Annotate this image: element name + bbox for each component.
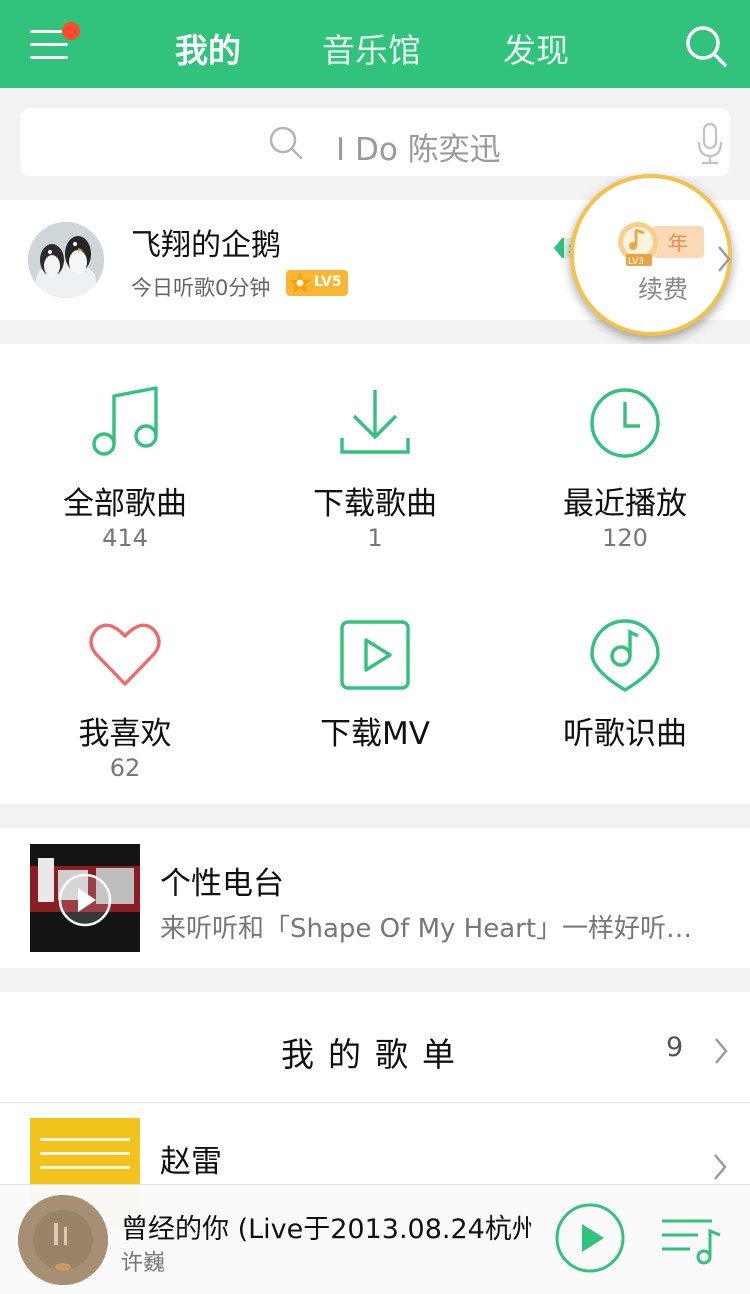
listen-time-today: 今日听歌0分钟 <box>131 276 271 300</box>
music-note-icon <box>92 386 158 456</box>
song-recognition-item[interactable]: 听歌识曲 <box>500 574 750 804</box>
star-icon <box>289 272 311 293</box>
song-recognition-label: 听歌识曲 <box>563 716 687 752</box>
playlists-title[interactable]: 我的歌单 <box>0 1028 750 1076</box>
library-grid: 全部歌曲 414 下载歌曲 1 最近播放 120 我喜欢 62 下载MV 听歌识… <box>0 344 750 804</box>
playlist-queue-icon[interactable] <box>660 1215 722 1265</box>
downloaded-mv-label: 下载MV <box>320 716 430 752</box>
tab-music-hall[interactable]: 音乐馆 <box>322 24 421 70</box>
recent-plays-item[interactable]: 最近播放 120 <box>500 344 750 574</box>
vip-year-badge: 年 LV3 <box>618 222 704 267</box>
search-icon[interactable] <box>684 24 728 68</box>
search-bar[interactable]: I Do 陈奕迅 <box>20 108 730 176</box>
radio-title: 个性电台 <box>160 866 284 902</box>
mini-player[interactable]: 曾经的你 (Live于2013.08.24杭州 许巍 <box>0 1184 750 1294</box>
svg-text:LV3: LV3 <box>628 257 644 267</box>
all-songs-label: 全部歌曲 <box>63 486 187 522</box>
all-songs-count: 414 <box>102 524 148 552</box>
favorites-count: 62 <box>109 754 141 782</box>
now-playing-title: 曾经的你 (Live于2013.08.24杭州 <box>121 1214 531 1245</box>
recent-plays-label: 最近播放 <box>563 486 687 522</box>
heart-icon <box>89 623 161 686</box>
divider <box>0 1102 750 1103</box>
radio-cover <box>30 844 140 952</box>
clock-icon <box>590 388 660 458</box>
radio-subtitle: 来听听和「Shape Of My Heart」一样好听… <box>160 914 693 944</box>
favorites-label: 我喜欢 <box>78 716 172 752</box>
avatar[interactable] <box>28 222 104 298</box>
tab-discover[interactable]: 发现 <box>503 24 569 70</box>
personal-radio-card[interactable]: 个性电台 来听听和「Shape Of My Heart」一样好听… <box>0 828 750 968</box>
level-badge[interactable]: LV5 <box>286 270 348 296</box>
search-placeholder: I Do 陈奕迅 <box>336 132 501 168</box>
recent-plays-count: 120 <box>602 524 648 552</box>
video-play-icon <box>340 620 410 690</box>
downloaded-songs-count: 1 <box>367 524 383 552</box>
music-recognition-icon <box>590 619 660 692</box>
microphone-icon[interactable] <box>696 122 724 166</box>
search-icon <box>269 126 303 160</box>
tab-mine[interactable]: 我的 <box>175 24 241 70</box>
username[interactable]: 飞翔的企鹅 <box>131 220 281 264</box>
chevron-right-icon[interactable] <box>712 1152 728 1182</box>
renew-vip-button[interactable]: 年 LV3 续费 <box>570 174 732 336</box>
playlist-name[interactable]: 赵雷 <box>160 1136 222 1181</box>
all-songs-item[interactable]: 全部歌曲 414 <box>0 344 250 574</box>
album-art[interactable] <box>18 1195 108 1285</box>
chevron-right-icon[interactable] <box>716 244 732 274</box>
downloaded-mv-item[interactable]: 下载MV <box>250 574 500 804</box>
downloaded-songs-label: 下载歌曲 <box>313 486 437 522</box>
level-text: LV5 <box>314 274 342 290</box>
play-button[interactable] <box>554 1202 626 1274</box>
svg-text:年: 年 <box>668 231 688 255</box>
notification-dot <box>62 22 80 40</box>
chevron-right-icon[interactable] <box>713 1036 729 1066</box>
renew-label: 续费 <box>638 275 689 304</box>
now-playing-artist: 许巍 <box>121 1251 166 1276</box>
top-nav-bar: 我的 音乐馆 发现 <box>0 0 750 88</box>
download-icon <box>340 390 410 454</box>
playlists-count: 9 <box>666 1032 684 1063</box>
downloaded-songs-item[interactable]: 下载歌曲 1 <box>250 344 500 574</box>
favorites-item[interactable]: 我喜欢 62 <box>0 574 250 804</box>
